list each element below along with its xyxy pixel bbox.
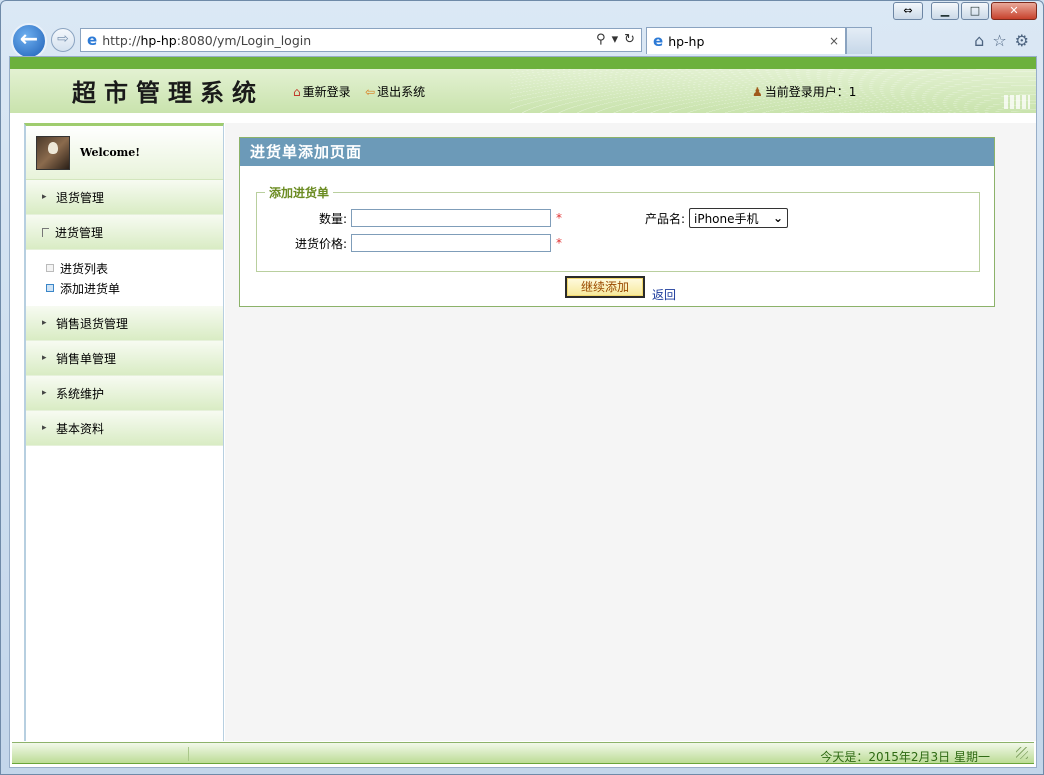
gear-icon[interactable]: ⚙ [1015, 31, 1029, 50]
avatar [36, 135, 70, 170]
relogin-label: 重新登录 [302, 85, 351, 99]
sidebar-item-label: 进货管理 [55, 225, 104, 240]
maximize-button[interactable]: □ [961, 2, 989, 20]
new-tab-button[interactable] [846, 27, 872, 54]
triangle-right-icon: ▸ [42, 192, 47, 202]
refresh-icon[interactable]: ↻ [624, 32, 635, 47]
url-host: hp-hp [140, 32, 177, 48]
window-controls: ▁ □ ✕ [931, 2, 1037, 20]
sidebar-item-purchase-management[interactable]: 进货管理 [26, 215, 223, 250]
quantity-label: 数量: [318, 212, 347, 226]
relogin-link[interactable]: ⌂ 重新登录 [293, 83, 351, 100]
app-title: 超市管理系统 [72, 78, 264, 107]
sidebar-item-sales-return[interactable]: ▸ 销售退货管理 [26, 306, 223, 341]
chevron-down-icon: ⌄ [772, 211, 783, 225]
current-user-label: 当前登录用户：1 [764, 85, 857, 99]
search-icon[interactable]: ⚲ [596, 32, 606, 47]
footer-date: 今天是：2015年2月3日 星期一 [820, 750, 990, 764]
submenu-item-purchase-list[interactable]: 进货列表 [46, 258, 223, 278]
triangle-right-icon: ▸ [42, 423, 47, 433]
sidebar-item-system-maintenance[interactable]: ▸ 系统维护 [26, 376, 223, 411]
sidebar: Welcome! ▸ 退货管理 进货管理 进货列表 添加进货单 ▸ 销售退货管理… [24, 123, 224, 741]
logout-link[interactable]: ⇦ 退出系统 [365, 83, 425, 100]
page-viewport: 超市管理系统 ⌂ 重新登录 ⇦ 退出系统 ♟ 当前登录用户：1 Welcome!… [9, 56, 1037, 768]
continue-add-button[interactable]: 继续添加 [565, 276, 645, 298]
current-user: ♟ 当前登录用户：1 [752, 83, 856, 100]
sidebar-item-label: 销售退货管理 [56, 316, 129, 331]
triangle-right-icon: ▸ [42, 353, 47, 363]
quantity-required-mark: * [556, 211, 562, 225]
address-tools: ⚲ ▾ ↻ [596, 32, 635, 47]
sidebar-item-return-management[interactable]: ▸ 退货管理 [26, 180, 223, 215]
submenu-label: 进货列表 [60, 261, 109, 276]
sidebar-item-basic-data[interactable]: ▸ 基本资料 [26, 411, 223, 446]
price-required-mark: * [556, 236, 562, 250]
browser-window: ⇔ ▁ □ ✕ ← ⇨ e http://hp-hp:8080/ym/Login… [0, 0, 1044, 775]
ie-tab-icon: e [653, 32, 664, 50]
status-footer: 今天是：2015年2月3日 星期一 [12, 742, 1034, 764]
footer-divider [188, 747, 189, 761]
sidebar-item-label: 销售单管理 [56, 351, 117, 366]
product-label: 产品名: [644, 212, 685, 226]
url-path: :8080/ym/Login_login [176, 32, 312, 48]
tab-hp-hp[interactable]: e hp-hp × [646, 27, 846, 54]
close-icon[interactable]: × [829, 34, 839, 48]
url-prefix: http:// [102, 32, 141, 48]
expanded-icon [42, 227, 49, 237]
app-header: 超市管理系统 ⌂ 重新登录 ⇦ 退出系统 ♟ 当前登录用户：1 [10, 57, 1036, 113]
exit-icon: ⇦ [365, 84, 376, 99]
back-link[interactable]: 返回 [652, 286, 676, 303]
price-label: 进货价格: [294, 237, 347, 251]
sidebar-item-sales-order[interactable]: ▸ 销售单管理 [26, 341, 223, 376]
home-icon[interactable]: ⌂ [974, 31, 984, 50]
sidebar-item-label: 基本资料 [56, 421, 105, 436]
chevron-down-icon[interactable]: ▾ [612, 32, 619, 47]
purchase-submenu: 进货列表 添加进货单 [26, 250, 223, 306]
forward-button[interactable]: ⇨ [51, 28, 75, 52]
decorative-dots [1004, 95, 1030, 109]
bullet-icon [46, 264, 54, 272]
submenu-item-add-purchase[interactable]: 添加进货单 [46, 278, 223, 298]
welcome-text: Welcome! [80, 146, 141, 159]
minimize-button[interactable]: ▁ [931, 2, 959, 20]
home-icon: ⌂ [293, 84, 301, 99]
triangle-right-icon: ▸ [42, 318, 47, 328]
add-purchase-panel: 进货单添加页面 添加进货单 数量: * 进货价格: * 产品名: iPhone手… [239, 137, 995, 307]
triangle-right-icon: ▸ [42, 388, 47, 398]
product-select[interactable]: iPhone手机 ⌄ [689, 208, 788, 228]
browser-toolbar: ⌂ ☆ ⚙ [974, 31, 1029, 50]
welcome-box: Welcome! [26, 126, 223, 180]
bullet-active-icon [46, 284, 54, 292]
back-button[interactable]: ← [11, 23, 47, 59]
fieldset-legend: 添加进货单 [265, 184, 334, 201]
sidebar-item-label: 系统维护 [56, 386, 105, 401]
logout-label: 退出系统 [377, 85, 426, 99]
submenu-label: 添加进货单 [60, 281, 121, 296]
restore-tab-icon[interactable]: ⇔ [893, 2, 923, 20]
address-bar[interactable]: e http://hp-hp:8080/ym/Login_login ⚲ ▾ ↻ [80, 28, 642, 52]
ie-page-icon: e [87, 31, 98, 49]
sidebar-item-label: 退货管理 [56, 190, 105, 205]
page-title: 进货单添加页面 [240, 138, 994, 166]
url-text[interactable]: http://hp-hp:8080/ym/Login_login [102, 33, 311, 48]
add-purchase-fieldset: 添加进货单 数量: * 进货价格: * 产品名: iPhone手机 ⌄ [256, 184, 980, 272]
close-button[interactable]: ✕ [991, 2, 1037, 20]
user-icon: ♟ [752, 84, 763, 99]
resize-grip-icon[interactable] [1016, 747, 1028, 759]
favorites-icon[interactable]: ☆ [992, 31, 1006, 50]
main-content: 进货单添加页面 添加进货单 数量: * 进货价格: * 产品名: iPhone手… [225, 123, 1036, 741]
quantity-input[interactable] [351, 209, 551, 227]
price-input[interactable] [351, 234, 551, 252]
product-selected-value: iPhone手机 [694, 211, 759, 226]
tab-title: hp-hp [668, 33, 705, 49]
